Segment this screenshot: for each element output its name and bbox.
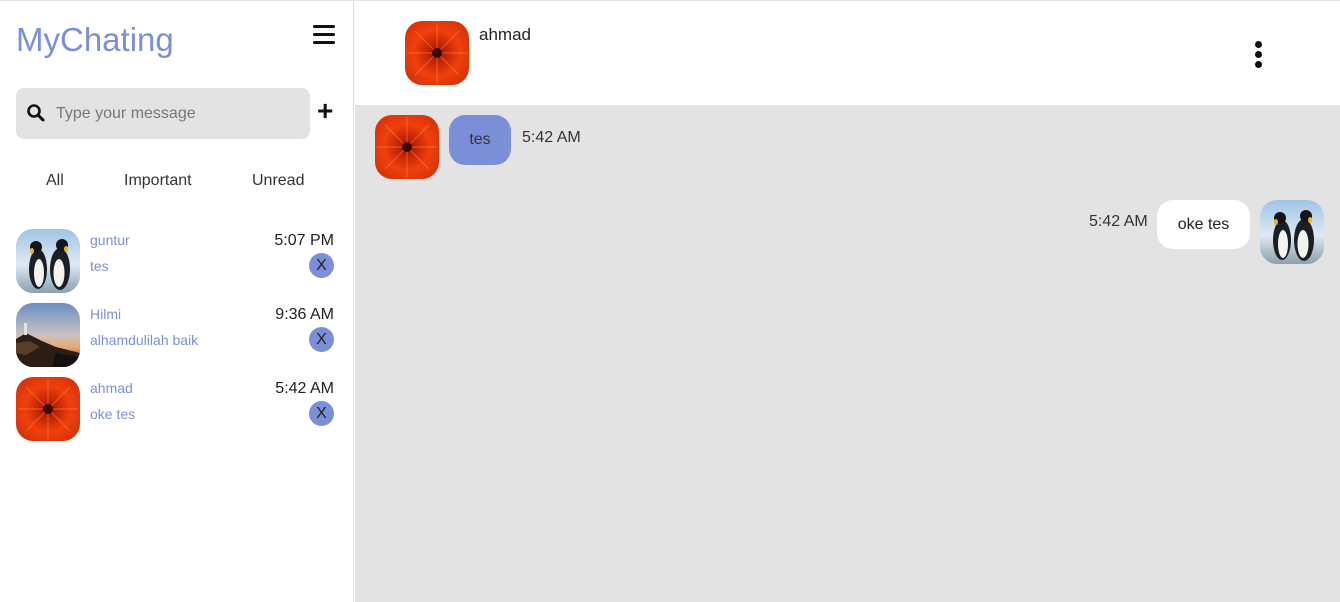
tab-important[interactable]: Important: [124, 172, 192, 190]
contact-time: 5:42 AM: [275, 380, 334, 397]
contact-name: guntur: [90, 232, 130, 248]
contact-last-message: alhamdulilah baik: [90, 332, 199, 348]
chat-avatar[interactable]: [405, 21, 469, 85]
search-input[interactable]: [54, 96, 303, 132]
chat-header: ahmad: [355, 1, 1340, 105]
tab-unread[interactable]: Unread: [252, 172, 304, 190]
menu-icon[interactable]: [313, 25, 335, 45]
message-avatar: [1260, 200, 1324, 264]
tab-all[interactable]: All: [46, 172, 64, 190]
outgoing-message-bubble: oke tes: [1157, 200, 1250, 249]
kebab-menu-icon[interactable]: [1253, 41, 1263, 69]
close-badge[interactable]: X: [309, 253, 334, 278]
message-time: 5:42 AM: [1089, 213, 1148, 230]
message-time: 5:42 AM: [522, 129, 581, 146]
contact-name: Hilmi: [90, 306, 122, 322]
contact-last-message: oke tes: [90, 406, 136, 422]
app-title: MyChating: [16, 21, 174, 58]
chat-panel: ahmad tes 5:42 AM 5:42 AM oke tes: [355, 1, 1340, 602]
incoming-message-bubble: tes: [449, 115, 511, 165]
avatar: [16, 303, 80, 367]
avatar: [16, 377, 80, 441]
chat-contact-name: ahmad: [479, 25, 531, 44]
message-avatar: [375, 115, 439, 179]
contact-item-hilmi[interactable]: Hilmi alhamdulilah baik 9:36 AM X: [16, 303, 336, 367]
contact-item-guntur[interactable]: guntur tes 5:07 PM X: [16, 229, 336, 293]
close-badge[interactable]: X: [309, 401, 334, 426]
search-box: [16, 88, 310, 139]
avatar: [16, 229, 80, 293]
contact-time: 5:07 PM: [274, 232, 334, 249]
contact-item-ahmad[interactable]: ahmad oke tes 5:42 AM X: [16, 377, 336, 441]
app-window: MyChating + All Important Unread: [0, 0, 1340, 602]
contact-last-message: tes: [90, 258, 109, 274]
sidebar: MyChating + All Important Unread: [0, 1, 354, 602]
close-badge[interactable]: X: [309, 327, 334, 352]
search-icon: [27, 104, 45, 122]
contact-name: ahmad: [90, 380, 133, 396]
contact-time: 9:36 AM: [275, 306, 334, 323]
plus-icon[interactable]: +: [317, 97, 333, 125]
